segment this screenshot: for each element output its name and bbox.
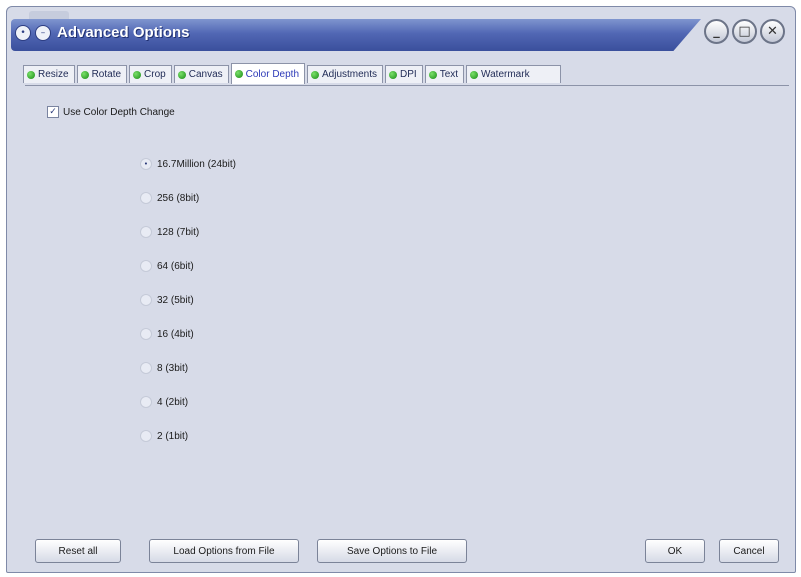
radio-icon — [140, 362, 152, 374]
radio-label: 256 (8bit) — [157, 192, 200, 204]
tab-strip: Resize Rotate Crop Canvas Color Depth Ad… — [23, 63, 561, 85]
radio-option-5bit[interactable]: 32 (5bit) — [140, 283, 236, 317]
title-icons: • – — [15, 25, 51, 41]
radio-option-1bit[interactable]: 2 (1bit) — [140, 419, 236, 453]
status-dot-icon — [133, 70, 142, 79]
tab-color-depth[interactable]: Color Depth — [230, 63, 305, 84]
minimize-icon[interactable]: – — [35, 25, 51, 41]
radio-icon — [140, 192, 152, 204]
status-dot-icon — [80, 70, 89, 79]
radio-label: 32 (5bit) — [157, 294, 194, 306]
radio-option-6bit[interactable]: 64 (6bit) — [140, 249, 236, 283]
color-depth-panel: ✓ Use Color Depth Change • 16.7Million (2… — [25, 85, 789, 526]
radio-label: 8 (3bit) — [157, 362, 189, 374]
status-dot-icon — [470, 70, 479, 79]
window-title: Advanced Options — [57, 24, 190, 41]
window-controls: _ □ ✕ — [704, 19, 785, 44]
tab-crop[interactable]: Crop — [129, 65, 172, 83]
tab-label: Watermark — [481, 69, 530, 80]
tab-text[interactable]: Text — [424, 65, 465, 83]
tab-label: Adjustments — [322, 69, 378, 80]
tab-label: Crop — [144, 69, 166, 80]
title-bar[interactable]: • – Advanced Options _ □ ✕ — [7, 7, 795, 61]
radio-label: 16 (4bit) — [157, 328, 194, 340]
close-icon[interactable]: • — [15, 25, 31, 41]
radio-icon — [140, 260, 152, 272]
tab-watermark[interactable]: Watermark — [466, 65, 561, 83]
status-dot-icon — [428, 70, 437, 79]
reset-all-button[interactable]: Reset all — [35, 539, 121, 563]
status-dot-icon — [234, 70, 243, 78]
radio-icon — [140, 328, 152, 340]
ok-button[interactable]: OK — [645, 539, 705, 563]
radio-icon — [140, 226, 152, 238]
tab-label: DPI — [400, 69, 417, 80]
tab-adjustments[interactable]: Adjustments — [307, 65, 384, 83]
tab-dpi[interactable]: DPI — [385, 65, 423, 83]
tab-rotate[interactable]: Rotate — [76, 65, 128, 83]
radio-label: 64 (6bit) — [157, 260, 194, 272]
status-dot-icon — [389, 70, 398, 79]
radio-icon — [140, 396, 152, 408]
status-dot-icon — [27, 70, 35, 79]
radio-option-24bit[interactable]: • 16.7Million (24bit) — [140, 147, 236, 181]
color-depth-options: • 16.7Million (24bit) 256 (8bit) 128 (7bi… — [140, 147, 236, 453]
tab-canvas[interactable]: Canvas — [173, 65, 229, 83]
radio-label: 128 (7bit) — [157, 226, 200, 238]
radio-label: 2 (1bit) — [157, 430, 189, 442]
tab-label: Color Depth — [245, 68, 299, 80]
checkbox-check-icon: ✓ — [47, 106, 59, 118]
advanced-options-window: • – Advanced Options _ □ ✕ Resize Rotate… — [6, 6, 796, 573]
save-options-button[interactable]: Save Options to File — [317, 539, 467, 563]
maximize-icon[interactable]: □ — [732, 19, 757, 44]
use-color-depth-label: Use Color Depth Change — [63, 106, 175, 118]
radio-label: 4 (2bit) — [157, 396, 189, 408]
radio-option-7bit[interactable]: 128 (7bit) — [140, 215, 236, 249]
load-options-button[interactable]: Load Options from File — [149, 539, 299, 563]
minimize-icon[interactable]: _ — [704, 19, 729, 44]
button-bar: Reset all Load Options from File Save Op… — [25, 529, 789, 571]
status-dot-icon — [177, 70, 186, 79]
radio-icon — [140, 294, 152, 306]
radio-icon — [140, 430, 152, 442]
use-color-depth-checkbox[interactable]: ✓ Use Color Depth Change — [47, 106, 175, 118]
radio-option-4bit[interactable]: 16 (4bit) — [140, 317, 236, 351]
tab-resize[interactable]: Resize — [23, 65, 75, 83]
cancel-button[interactable]: Cancel — [719, 539, 779, 563]
radio-option-8bit[interactable]: 256 (8bit) — [140, 181, 236, 215]
close-icon[interactable]: ✕ — [760, 19, 785, 44]
tab-label: Text — [439, 69, 459, 80]
radio-label: 16.7Million (24bit) — [157, 158, 236, 170]
status-dot-icon — [311, 70, 319, 79]
tab-label: Resize — [38, 69, 69, 80]
radio-option-2bit[interactable]: 4 (2bit) — [140, 385, 236, 419]
tab-label: Canvas — [188, 69, 223, 80]
radio-option-3bit[interactable]: 8 (3bit) — [140, 351, 236, 385]
tab-label: Rotate — [91, 69, 122, 80]
radio-selected-icon: • — [140, 158, 152, 170]
